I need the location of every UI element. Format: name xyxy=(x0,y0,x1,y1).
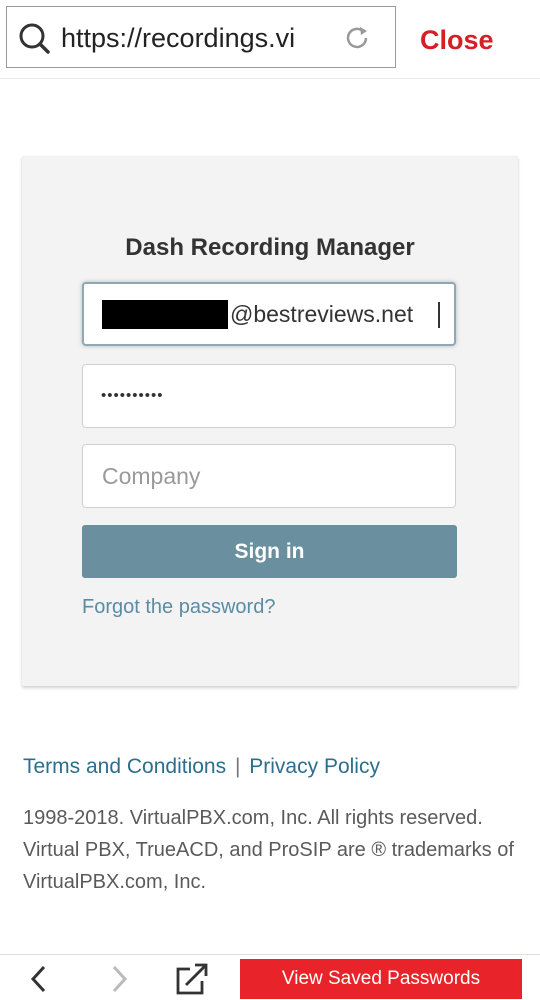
sign-in-button[interactable]: Sign in xyxy=(82,525,457,578)
forward-arrow-icon xyxy=(112,965,128,993)
app-title: Dash Recording Manager xyxy=(125,234,415,261)
url-text[interactable]: https://recordings.vi xyxy=(61,21,336,55)
url-bar[interactable]: https://recordings.vi xyxy=(6,6,396,68)
copyright-text: 1998-2018. VirtualPBX.com, Inc. All righ… xyxy=(23,807,514,893)
bottom-toolbar: View Saved Passwords xyxy=(0,954,540,999)
search-icon xyxy=(19,23,50,54)
reload-icon[interactable] xyxy=(342,23,372,53)
password-field[interactable]: •••••••••• xyxy=(82,364,456,428)
browser-top-bar: https://recordings.vi Close xyxy=(0,0,540,79)
close-button[interactable]: Close xyxy=(420,20,520,60)
footer-separator: | xyxy=(234,755,241,778)
text-cursor xyxy=(438,302,440,328)
company-field[interactable]: Company xyxy=(82,444,456,508)
back-arrow-icon xyxy=(30,965,46,993)
open-external-icon xyxy=(176,963,208,995)
password-mask: •••••••••• xyxy=(101,387,164,404)
forward-button[interactable] xyxy=(100,961,140,997)
view-saved-passwords-button[interactable]: View Saved Passwords xyxy=(240,959,522,999)
login-card: Dash Recording Manager @bestreviews.net … xyxy=(22,156,518,686)
terms-link[interactable]: Terms and Conditions xyxy=(23,755,226,778)
footer-links: Terms and Conditions | Privacy Policy xyxy=(23,755,380,779)
email-field[interactable]: @bestreviews.net xyxy=(82,282,456,346)
company-placeholder: Company xyxy=(102,463,201,489)
email-domain-text: @bestreviews.net xyxy=(230,301,414,327)
open-external-button[interactable] xyxy=(172,961,212,997)
privacy-link[interactable]: Privacy Policy xyxy=(249,755,380,778)
forgot-password-link[interactable]: Forgot the password? xyxy=(82,596,275,619)
back-button[interactable] xyxy=(20,961,60,997)
redacted-email-prefix xyxy=(102,300,228,329)
